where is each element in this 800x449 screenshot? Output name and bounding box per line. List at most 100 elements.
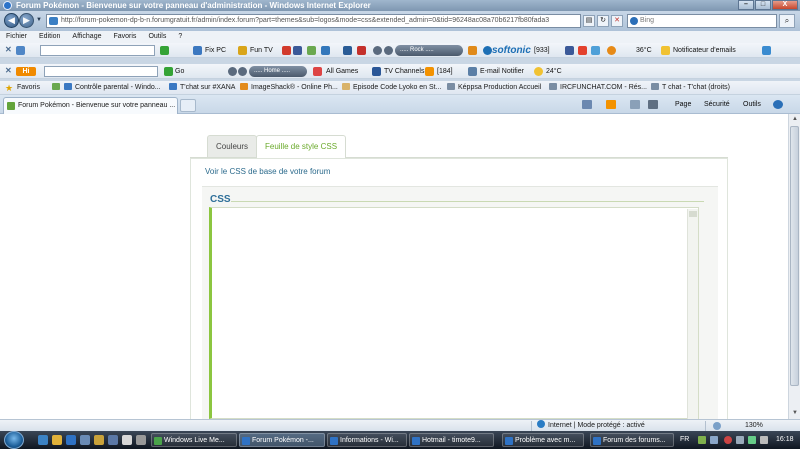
email-notifier-2-button[interactable]: E-mail Notifier (480, 64, 524, 78)
toolbar-2-search-input[interactable] (44, 66, 158, 77)
forward-button[interactable]: ▶ (19, 13, 34, 28)
toolbar-options-icon[interactable] (762, 46, 771, 55)
mail-quick-icon[interactable] (122, 435, 132, 445)
favorite-item[interactable]: Képpsa Production Accueil (447, 81, 541, 94)
page-scrollbar[interactable]: ▲ ▼ (788, 114, 800, 419)
rss-count[interactable]: [184] (437, 64, 453, 78)
menu-fichier[interactable]: Fichier (6, 31, 27, 43)
tray-shield-icon[interactable] (748, 436, 756, 444)
toolbar-search-go-icon[interactable] (160, 46, 169, 55)
fix-pc-button[interactable]: Fix PC (205, 43, 226, 57)
tools-menu[interactable]: Outils (743, 95, 761, 114)
print-icon[interactable] (648, 100, 658, 109)
favorite-item[interactable]: ImageShack® - Online Ph... (240, 81, 338, 94)
temperature-2[interactable]: 24°C (546, 64, 562, 78)
home-icon[interactable] (582, 100, 592, 109)
network-icon[interactable] (736, 436, 744, 444)
hi-logo-icon[interactable]: Hi (16, 67, 36, 76)
temperature[interactable]: 36°C (636, 43, 652, 57)
toolbar-logo-icon[interactable] (16, 46, 25, 55)
favorite-item[interactable]: T chat - T'chat (droits) (651, 81, 730, 94)
back-button[interactable]: ◀ (4, 13, 19, 28)
messenger-icon[interactable] (343, 46, 352, 55)
facebook-small-icon[interactable] (565, 46, 574, 55)
menu-outils[interactable]: Outils (148, 31, 166, 43)
quicklaunch-more-icon[interactable] (136, 435, 146, 445)
all-games-button[interactable]: All Games (326, 64, 358, 78)
youtube-icon[interactable] (357, 46, 366, 55)
fun-tv-button[interactable]: Fun TV (250, 43, 273, 57)
explorer-icon[interactable] (52, 435, 62, 445)
security-zone[interactable]: Internet | Mode protégé : activé (537, 420, 645, 431)
add-favorite-icon[interactable] (52, 81, 63, 94)
task-forum-des-forums[interactable]: Forum des forums... (590, 433, 674, 447)
messenger-small-icon[interactable] (591, 46, 600, 55)
refresh-button[interactable]: ↻ (597, 15, 609, 27)
zoom-level[interactable]: 130% (745, 420, 763, 431)
volume-icon[interactable] (468, 46, 477, 55)
search-input[interactable]: Bing (627, 14, 777, 28)
youtube-small-icon[interactable] (578, 46, 587, 55)
task-live-messenger[interactable]: Windows Live Me... (151, 433, 237, 447)
favorites-button[interactable]: Favoris (17, 81, 40, 94)
favorite-item[interactable]: IRCFUNCHAT.COM - Rés... (549, 81, 647, 94)
red-app-icon[interactable] (282, 46, 291, 55)
favorite-item[interactable]: Episode Code Lyoko en St... (342, 81, 441, 94)
radio-play-icon[interactable] (228, 67, 237, 76)
radio-station-selector[interactable]: ..... Rock ..... (395, 45, 463, 56)
security-menu[interactable]: Sécurité (704, 95, 730, 114)
task-hotmail[interactable]: Hotmail - timote9... (409, 433, 494, 447)
tv-channels-button[interactable]: TV Channels (384, 64, 424, 78)
home-selector[interactable]: ..... Home ..... (249, 66, 307, 77)
play-icon[interactable] (373, 46, 382, 55)
facebook-icon[interactable] (293, 46, 302, 55)
menu-edition[interactable]: Edition (39, 31, 60, 43)
stop-media-icon[interactable] (384, 46, 393, 55)
tray-help-icon[interactable] (710, 436, 718, 444)
editor-scroll-arrow[interactable] (689, 211, 697, 217)
feeds-icon[interactable] (606, 100, 616, 109)
softonic-button[interactable]: softonic (492, 43, 531, 57)
help-icon[interactable] (773, 100, 783, 109)
compatibility-view-icon[interactable]: ▤ (583, 15, 595, 27)
go-button[interactable]: Go (175, 64, 184, 78)
checkmark-app-icon[interactable] (307, 46, 316, 55)
toolbar-search-input[interactable] (40, 45, 155, 56)
read-mail-icon[interactable] (630, 100, 640, 109)
language-indicator[interactable]: FR (680, 431, 689, 449)
radio-stop-icon[interactable] (238, 67, 247, 76)
base-css-link[interactable]: Voir le CSS de base de votre forum (205, 167, 330, 176)
page-scroll-thumb[interactable] (790, 126, 799, 386)
task-forum-pokemon[interactable]: Forum Pokémon -... (239, 433, 325, 447)
scroll-up-icon[interactable]: ▲ (790, 114, 800, 124)
window-title-bar[interactable]: Forum Pokémon - Bienvenue sur votre pann… (0, 0, 800, 11)
favorite-item[interactable]: Contrôle parental - Windo... (64, 81, 161, 94)
tab-couleurs[interactable]: Couleurs (207, 135, 258, 157)
address-bar[interactable]: http://forum-pokemon-dp-b-n.forumgratuit… (46, 14, 581, 28)
protected-mode-icon[interactable] (713, 422, 721, 430)
menu-affichage[interactable]: Affichage (72, 31, 101, 43)
messenger-quick-icon[interactable] (108, 435, 118, 445)
show-desktop-icon[interactable] (38, 435, 48, 445)
maximize-button[interactable]: □ (755, 0, 771, 10)
email-notifier-button[interactable]: Notificateur d'emails (673, 43, 736, 57)
menu-help[interactable]: ? (178, 31, 182, 43)
scroll-down-icon[interactable]: ▼ (790, 408, 800, 418)
menu-favoris[interactable]: Favoris (113, 31, 136, 43)
page-menu[interactable]: Page (675, 95, 691, 114)
stop-button[interactable]: ✕ (611, 15, 623, 27)
editor-scrollbar[interactable] (687, 209, 698, 419)
task-probleme[interactable]: Problème avec m... (502, 433, 584, 447)
media-player-icon[interactable] (80, 435, 90, 445)
task-informations[interactable]: Informations - Wi... (327, 433, 407, 447)
tray-app-icon[interactable] (698, 436, 706, 444)
minimize-button[interactable]: – (738, 0, 754, 10)
volume-tray-icon[interactable] (760, 436, 768, 444)
close-toolbar-icon[interactable]: ✕ (5, 45, 12, 54)
browser-tab-current[interactable]: Forum Pokémon - Bienvenue sur votre pann… (3, 97, 178, 114)
search-button[interactable]: ⌕ (779, 14, 795, 28)
favorite-item[interactable]: T'chat sur #XANA (169, 81, 235, 94)
ie-quicklaunch-icon[interactable] (66, 435, 76, 445)
close-window-button[interactable]: X (772, 0, 798, 10)
globe-app-icon[interactable] (321, 46, 330, 55)
